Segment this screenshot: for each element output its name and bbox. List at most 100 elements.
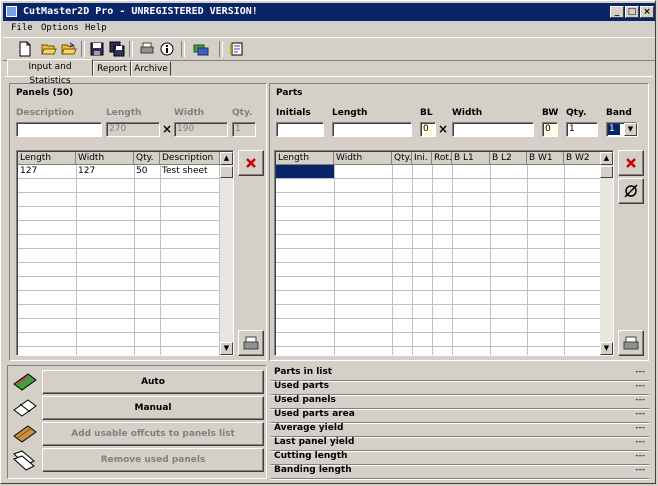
stat-label: Used parts area [274,409,355,419]
delete-part-button[interactable] [618,150,644,176]
grid-line [527,165,528,355]
remove-panels-icon [13,450,35,471]
parts-length-input[interactable] [332,122,412,137]
panels-width-input[interactable]: 190 [174,122,228,137]
grid-row-line [276,248,600,249]
panels-length-label: Length [106,108,142,118]
toolbar-separator [219,41,223,57]
menu-file[interactable]: File [11,21,33,36]
title-bar[interactable]: CutMaster2D Pro - UNREGISTERED VERSION! … [3,3,655,21]
panels-scrollbar[interactable]: ▲ ▼ [220,152,233,355]
window-title: CutMaster2D Pro - UNREGISTERED VERSION! [23,6,258,17]
stat-row: Banding length --- [271,464,649,479]
grid-row-line [18,248,220,249]
open-folder-icon[interactable] [41,41,57,57]
panels-length-input[interactable]: 270 [106,122,160,137]
print-parts-button[interactable] [618,330,644,356]
new-document-icon[interactable] [17,41,33,57]
maximize-button[interactable]: □ [625,6,639,18]
selected-cell[interactable] [276,165,334,178]
parts-col-bl2[interactable]: B L2 [490,152,527,165]
clear-parts-button[interactable] [618,178,644,204]
parts-grid[interactable]: Length Width Qty. Ini. Rot. B L1 B L2 B … [274,150,614,356]
parts-col-bw1[interactable]: B W1 [527,152,564,165]
grid-line [392,165,393,355]
panels-qty-label: Qty. [232,108,253,118]
scroll-thumb[interactable] [600,166,613,178]
manual-button[interactable]: Manual [42,396,264,420]
offcuts-icon [13,425,37,443]
panels-description-label: Description [16,108,75,118]
parts-col-ini[interactable]: Ini. [412,152,432,165]
add-offcuts-button[interactable]: Add usable offcuts to panels list [42,422,264,446]
chevron-down-icon[interactable]: ▼ [624,123,637,136]
auto-button[interactable]: Auto [42,370,264,394]
open-folder-2-icon[interactable] [61,41,77,57]
stat-value: --- [635,423,645,433]
menu-help[interactable]: Help [85,21,107,36]
grid-row-line [276,178,600,179]
remove-used-panels-button[interactable]: Remove used panels [42,448,264,472]
print-panels-button[interactable] [238,330,264,356]
parts-group: Parts Initials Length BL Width BW Qty. B… [269,83,649,361]
panels-times-sign: × [162,122,173,136]
info-icon[interactable] [159,41,175,57]
panels-col-qty[interactable]: Qty. [134,152,160,165]
panels-qty-input[interactable]: 1 [232,122,256,137]
grid-row-line [18,346,220,347]
grid-row-line [276,290,600,291]
parts-col-bl1[interactable]: B L1 [452,152,490,165]
menu-bar: File Options Help [3,21,655,36]
parts-qty-input[interactable]: 1 [566,122,598,137]
panels-row-description[interactable]: Test sheet [160,165,208,178]
parts-col-rot[interactable]: Rot. [432,152,452,165]
grid-row-line [18,220,220,221]
scroll-thumb[interactable] [220,166,233,178]
panels-row-length[interactable]: 127 [18,165,37,178]
currency-icon[interactable] [193,41,209,57]
grid-line [76,165,77,355]
toolbar-separator [81,41,85,57]
grid-row-line [18,304,220,305]
panels-description-input[interactable] [16,122,102,137]
panels-col-width[interactable]: Width [76,152,134,165]
parts-col-bw2[interactable]: B W2 [564,152,601,165]
notebook-icon[interactable] [229,41,245,57]
eraser-icon [624,184,638,198]
delete-panel-button[interactable] [238,150,264,176]
panels-grid[interactable]: Length Width Qty. Description 127 127 50… [16,150,234,356]
parts-bl-input[interactable]: 0 [420,122,436,137]
parts-length-label: Length [332,108,368,118]
parts-col-length[interactable]: Length [276,152,334,165]
grid-line [490,165,491,355]
scroll-down-icon[interactable]: ▼ [220,342,233,355]
scroll-up-icon[interactable]: ▲ [220,152,233,165]
print-icon[interactable] [139,41,155,57]
close-button[interactable]: × [640,6,654,18]
parts-width-input[interactable] [452,122,534,137]
scroll-down-icon[interactable]: ▼ [600,342,613,355]
parts-bw-input[interactable]: 0 [542,122,558,137]
printer-icon [243,336,259,350]
parts-initials-input[interactable] [276,122,324,137]
save-all-icon[interactable] [109,41,125,57]
panels-col-length[interactable]: Length [18,152,76,165]
menu-options[interactable]: Options [41,21,79,36]
parts-col-width[interactable]: Width [334,152,392,165]
scroll-up-icon[interactable]: ▲ [600,152,613,165]
parts-col-qty[interactable]: Qty. [392,152,412,165]
tab-report[interactable]: Report [93,61,131,76]
parts-title: Parts [276,88,303,98]
tab-archive[interactable]: Archive [131,61,171,76]
minimize-button[interactable]: _ [610,6,624,18]
parts-band-select[interactable]: 1 ▼ [606,122,638,137]
parts-scrollbar[interactable]: ▲ ▼ [600,152,613,355]
panels-col-description[interactable]: Description [160,152,220,165]
panels-row-width[interactable]: 127 [76,165,95,178]
panels-row-qty[interactable]: 50 [134,165,147,178]
tab-input-and-statistics[interactable]: Input and Statistics [7,59,93,86]
stat-value: --- [635,367,645,377]
stat-row: Parts in list --- [271,366,649,381]
save-disk-icon[interactable] [89,41,105,57]
stat-row: Used parts --- [271,380,649,395]
